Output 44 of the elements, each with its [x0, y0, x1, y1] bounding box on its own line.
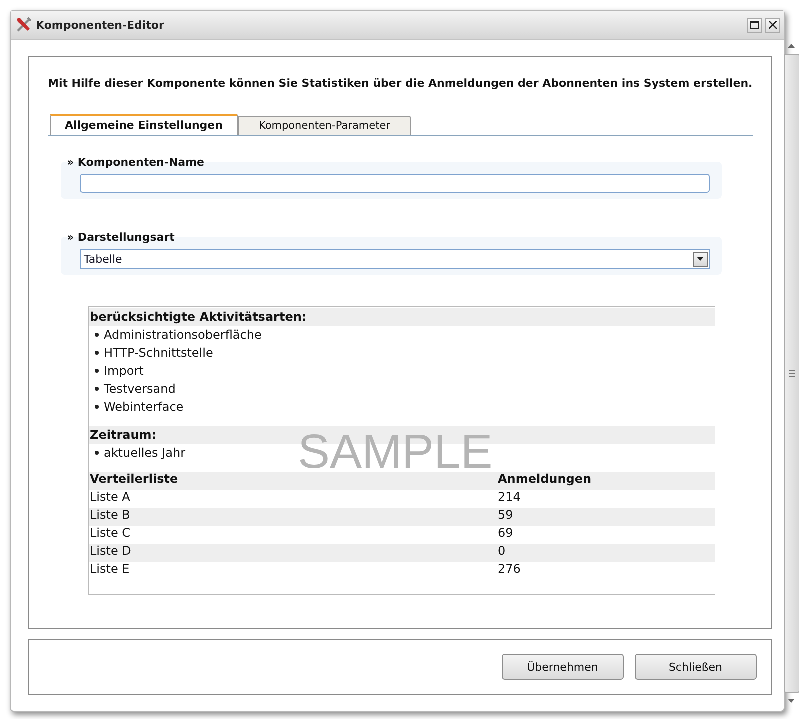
table-cell-text: Liste A: [89, 490, 132, 506]
table-cell-text: 59: [497, 508, 514, 524]
table-cell-text: 276: [497, 562, 522, 578]
section-heading: berücksichtigte Aktivitätsarten:: [89, 308, 715, 326]
table-cell-text: Liste E: [89, 562, 131, 578]
column-header: Anmeldungen: [497, 472, 593, 488]
close-button[interactable]: [765, 18, 780, 32]
bullet-icon: [95, 351, 99, 355]
bullet-icon: [95, 387, 99, 391]
table-cell-text: Liste C: [89, 526, 132, 542]
table-cell-text: 214: [497, 490, 522, 506]
maximize-icon: [750, 21, 759, 29]
list-item: aktuelles Jahr: [104, 445, 186, 462]
table-cell-text: Liste B: [89, 508, 132, 524]
list-item: Testversand: [104, 381, 176, 398]
list-item: HTTP-Schnittstelle: [104, 345, 214, 362]
list-item: Administrationsoberfläche: [104, 327, 262, 344]
window-title: Komponenten-Editor: [36, 18, 166, 32]
tab[interactable]: Allgemeine Einstellungen: [50, 114, 238, 135]
table-cell-text: 0: [497, 544, 507, 560]
maximize-button[interactable]: [747, 18, 762, 32]
close-icon: [768, 21, 776, 29]
dropdown-value: Tabelle: [84, 252, 122, 266]
field-label: » Komponenten-Name: [67, 156, 206, 171]
scroll-up-icon[interactable]: [788, 44, 796, 48]
list-item: Webinterface: [104, 399, 184, 416]
list-item: Import: [104, 363, 144, 380]
bullet-icon: [95, 405, 99, 409]
tools-icon: [15, 16, 33, 34]
grip-icon: [788, 370, 795, 377]
scroll-down-icon[interactable]: [788, 699, 796, 703]
table-cell-text: 69: [497, 526, 514, 542]
bullet-icon: [95, 369, 99, 373]
input-field[interactable]: [80, 174, 710, 193]
table-cell-text: Liste D: [89, 544, 132, 560]
column-header: Verteilerliste: [89, 472, 180, 488]
field-label: » Darstellungsart: [67, 231, 176, 246]
tab[interactable]: Komponenten-Parameter: [238, 116, 412, 135]
dropdown[interactable]: Tabelle: [80, 249, 710, 269]
bullet-icon: [95, 333, 99, 337]
bullet-icon: [95, 451, 99, 455]
close-button[interactable]: Schließen: [634, 654, 757, 680]
apply-button[interactable]: Übernehmen: [502, 654, 624, 680]
intro-text: Mit Hilfe dieser Komponente können Sie Statistiken über die Anmeldungen der Abonnenten ins System erstellen.: [48, 77, 753, 90]
